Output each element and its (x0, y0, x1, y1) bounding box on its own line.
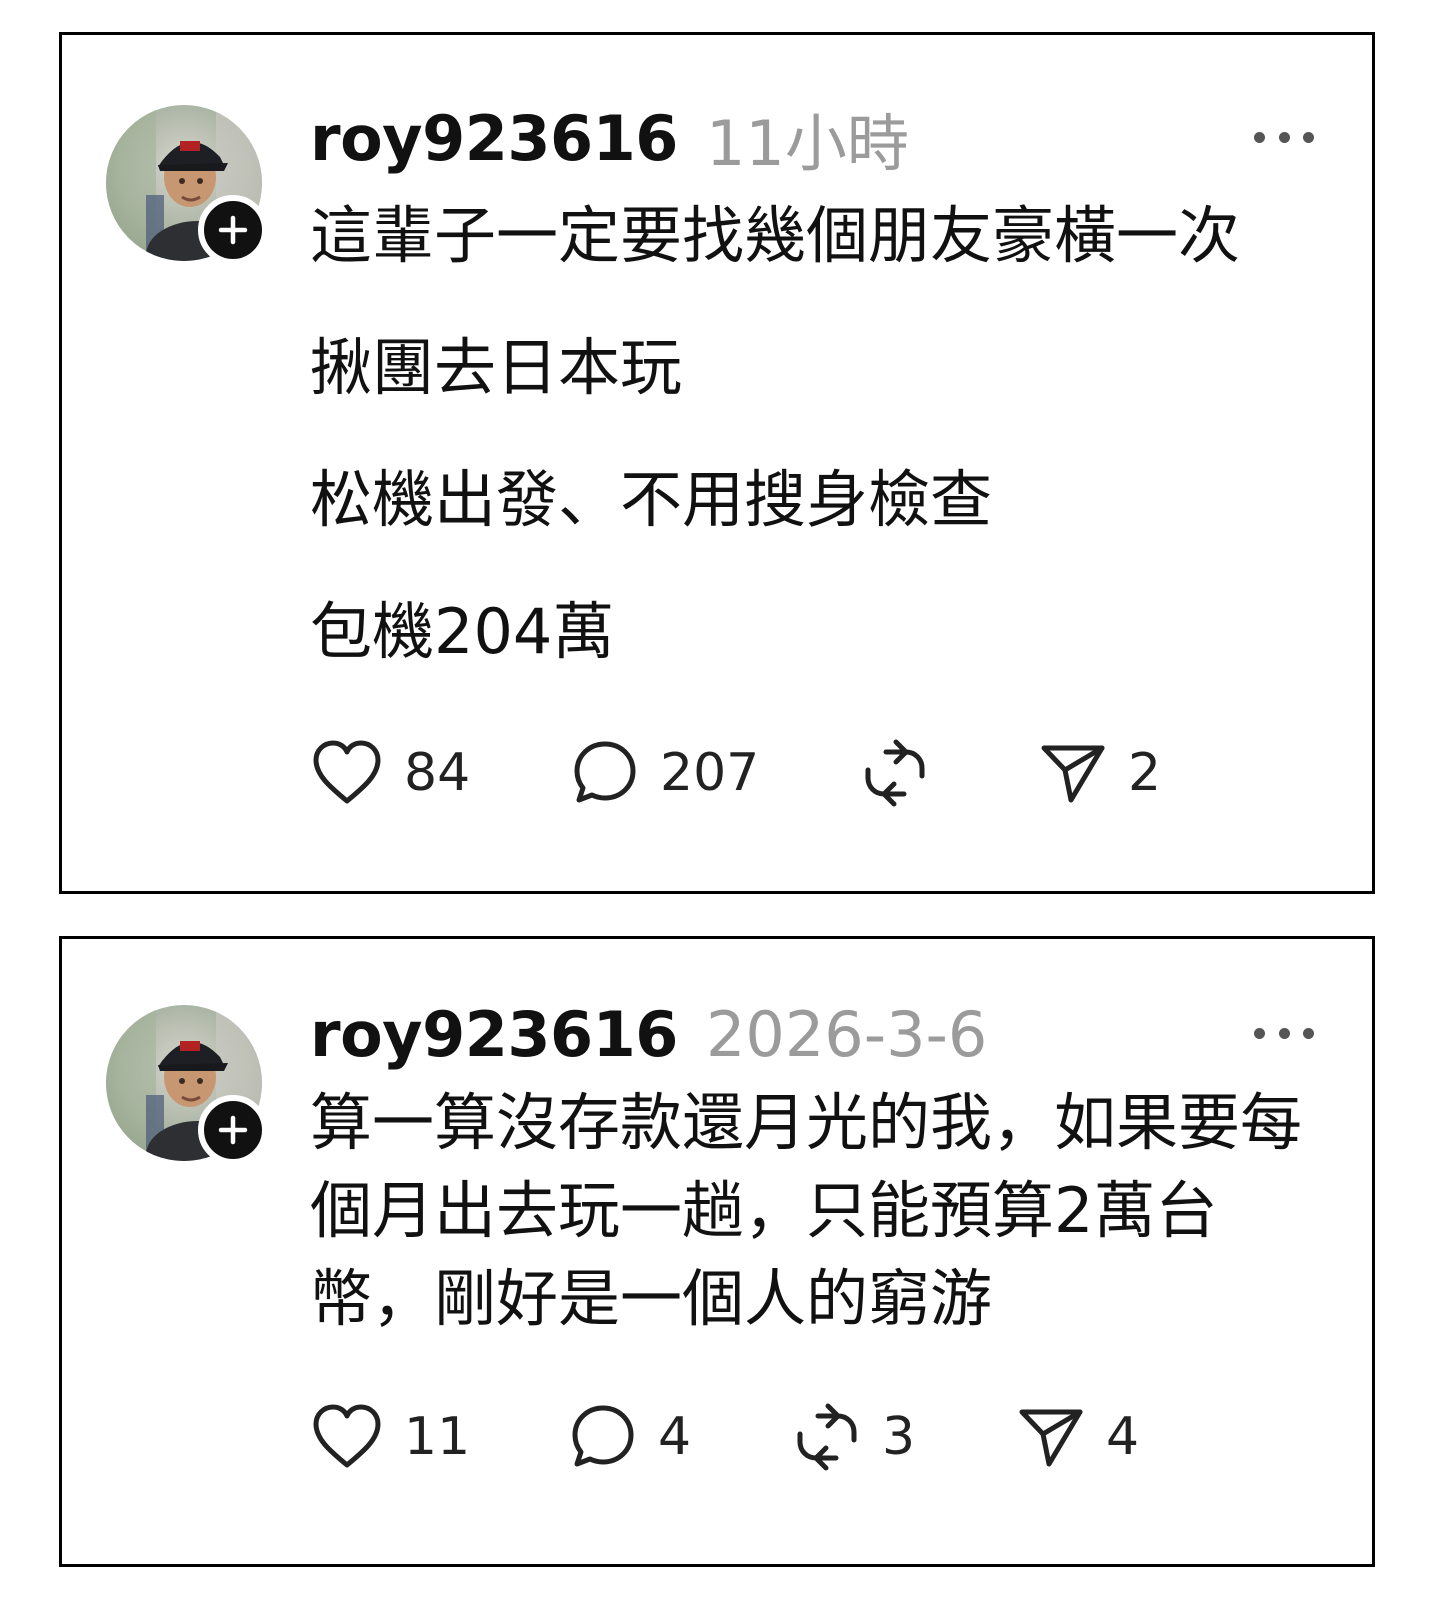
more-dots-icon (1303, 131, 1314, 143)
follow-button[interactable] (198, 195, 268, 265)
share-button[interactable]: 4 (1016, 1404, 1139, 1470)
comment-button[interactable]: 4 (568, 1402, 792, 1472)
post-actions: 84 207 2 (310, 733, 1161, 813)
share-count: 4 (1106, 1407, 1140, 1467)
repost-button[interactable]: 3 (792, 1400, 1016, 1474)
like-button[interactable]: 11 (310, 1403, 568, 1471)
post-text-line: 這輩子一定要找幾個朋友豪橫一次 (310, 199, 1241, 272)
plus-icon (218, 1115, 248, 1145)
more-options-button[interactable] (1254, 125, 1314, 149)
username[interactable]: roy923616 (310, 102, 678, 175)
avatar-container[interactable] (106, 105, 268, 265)
comment-button[interactable]: 207 (570, 738, 860, 808)
follow-button[interactable] (198, 1095, 268, 1165)
repost-icon (865, 739, 925, 807)
post-timestamp[interactable]: 11小時 (706, 93, 909, 183)
comment-bubble-icon (574, 741, 636, 803)
post-body: 算一算沒存款還月光的我，如果要每個月出去玩一趟，只能預算2萬台幣，剛好是一個人的… (310, 1079, 1320, 1343)
send-icon (1041, 745, 1105, 803)
repost-button[interactable] (860, 736, 1038, 810)
post-card[interactable]: roy923616 2026-3-6 算一算沒存款還月光的我，如果要每個月出去玩… (59, 936, 1375, 1567)
more-dots-icon (1278, 131, 1290, 143)
repost-count: 3 (882, 1407, 916, 1467)
comment-bubble-icon (572, 1405, 634, 1467)
like-button[interactable]: 84 (310, 739, 570, 807)
post-body: 這輩子一定要找幾個朋友豪橫一次 揪團去日本玩 松機出發、不用搜身檢查 包機204… (310, 195, 1320, 723)
more-dots-icon (1254, 1027, 1265, 1039)
post-header: roy923616 2026-3-6 (310, 989, 987, 1079)
like-count: 84 (404, 743, 471, 803)
avatar-container[interactable] (106, 1005, 268, 1165)
more-dots-icon (1254, 131, 1265, 143)
repost-icon (797, 1403, 857, 1471)
comment-count: 4 (658, 1407, 692, 1467)
comment-count: 207 (660, 743, 760, 803)
post-header: roy923616 11小時 (310, 93, 909, 183)
post-text-line: 包機204萬 (310, 595, 615, 668)
like-count: 11 (404, 1407, 471, 1467)
username[interactable]: roy923616 (310, 998, 678, 1071)
heart-icon (313, 740, 381, 804)
more-dots-icon (1303, 1027, 1314, 1039)
share-button[interactable]: 2 (1038, 740, 1161, 806)
post-card[interactable]: roy923616 11小時 這輩子一定要找幾個朋友豪橫一次 揪團去日本玩 松機… (59, 32, 1375, 894)
send-icon (1019, 1409, 1083, 1467)
post-text-line: 松機出發、不用搜身檢查 (310, 463, 993, 536)
post-text-line: 揪團去日本玩 (310, 331, 683, 404)
heart-icon (313, 1404, 381, 1468)
share-count: 2 (1128, 743, 1162, 803)
more-options-button[interactable] (1254, 1021, 1314, 1045)
post-timestamp[interactable]: 2026-3-6 (706, 998, 987, 1071)
plus-icon (218, 215, 248, 245)
post-text: 算一算沒存款還月光的我，如果要每個月出去玩一趟，只能預算2萬台幣，剛好是一個人的… (310, 1086, 1303, 1335)
more-dots-icon (1278, 1027, 1290, 1039)
post-actions: 11 4 3 4 (310, 1397, 1139, 1477)
